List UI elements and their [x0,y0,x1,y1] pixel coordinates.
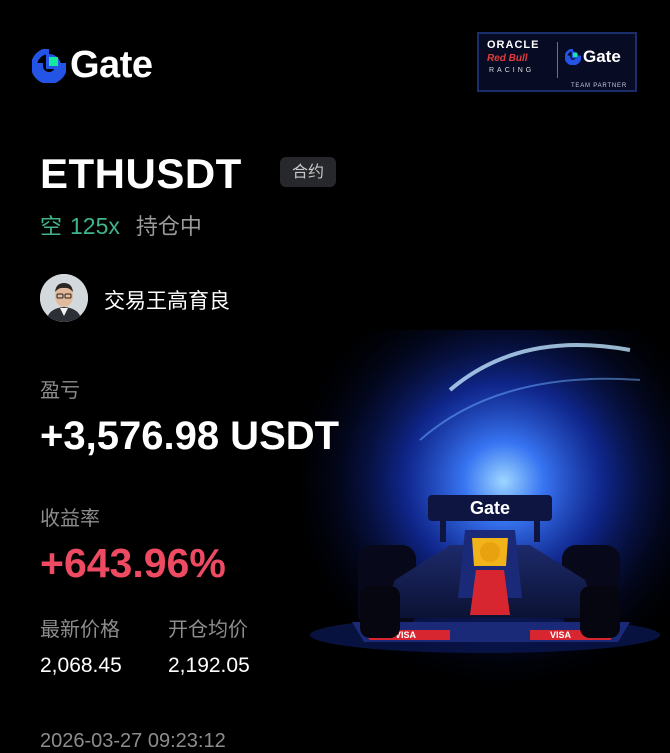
gate-logo: Gate [32,44,153,87]
pnl-value: +3,576.98 USDT [40,414,340,458]
pnl-label: 盈亏 [40,378,80,402]
trader-avatar [40,274,88,322]
leverage: 125x [70,213,120,239]
team-partner-badge: ORACLE Red Bull RACING Gate TEAM PARTNER [477,32,637,92]
gate-logo-icon [32,48,66,83]
entry-price-label: 开仓均价 [168,617,248,641]
timestamp: 2026-03-27 09:23:12 [40,730,226,752]
partner-oracle-text: ORACLE [487,39,540,51]
avatar [40,274,88,322]
partner-gate-logo: Gate [565,47,621,67]
gate-logo-icon [565,49,581,65]
partner-divider [557,42,558,78]
contract-tag: 合约 [280,157,336,187]
logo-text: Gate [70,44,153,86]
latest-price-value: 2,068.45 [40,654,122,677]
roi-value: +643.96% [40,540,226,586]
position-status: 持仓中 [135,215,202,240]
position-side: 空 [40,215,63,240]
svg-text:VISA: VISA [550,630,572,640]
svg-text:Gate: Gate [470,498,510,518]
partner-redbull-text: Red Bull [487,53,528,64]
trader-name: 交易王高育良 [104,289,230,313]
trading-pair: ETHUSDT [40,150,242,197]
latest-price-label: 最新价格 [40,617,120,641]
partner-footer-text: TEAM PARTNER [570,83,627,89]
roi-label: 收益率 [40,506,100,530]
partner-racing-text: RACING [489,67,535,74]
partner-gate-text: Gate [583,47,621,66]
f1-race-car-icon: Gate VISA VISA [300,330,670,690]
entry-price-value: 2,192.05 [168,654,250,677]
position-info: 空 125x 持仓中 [40,209,202,241]
